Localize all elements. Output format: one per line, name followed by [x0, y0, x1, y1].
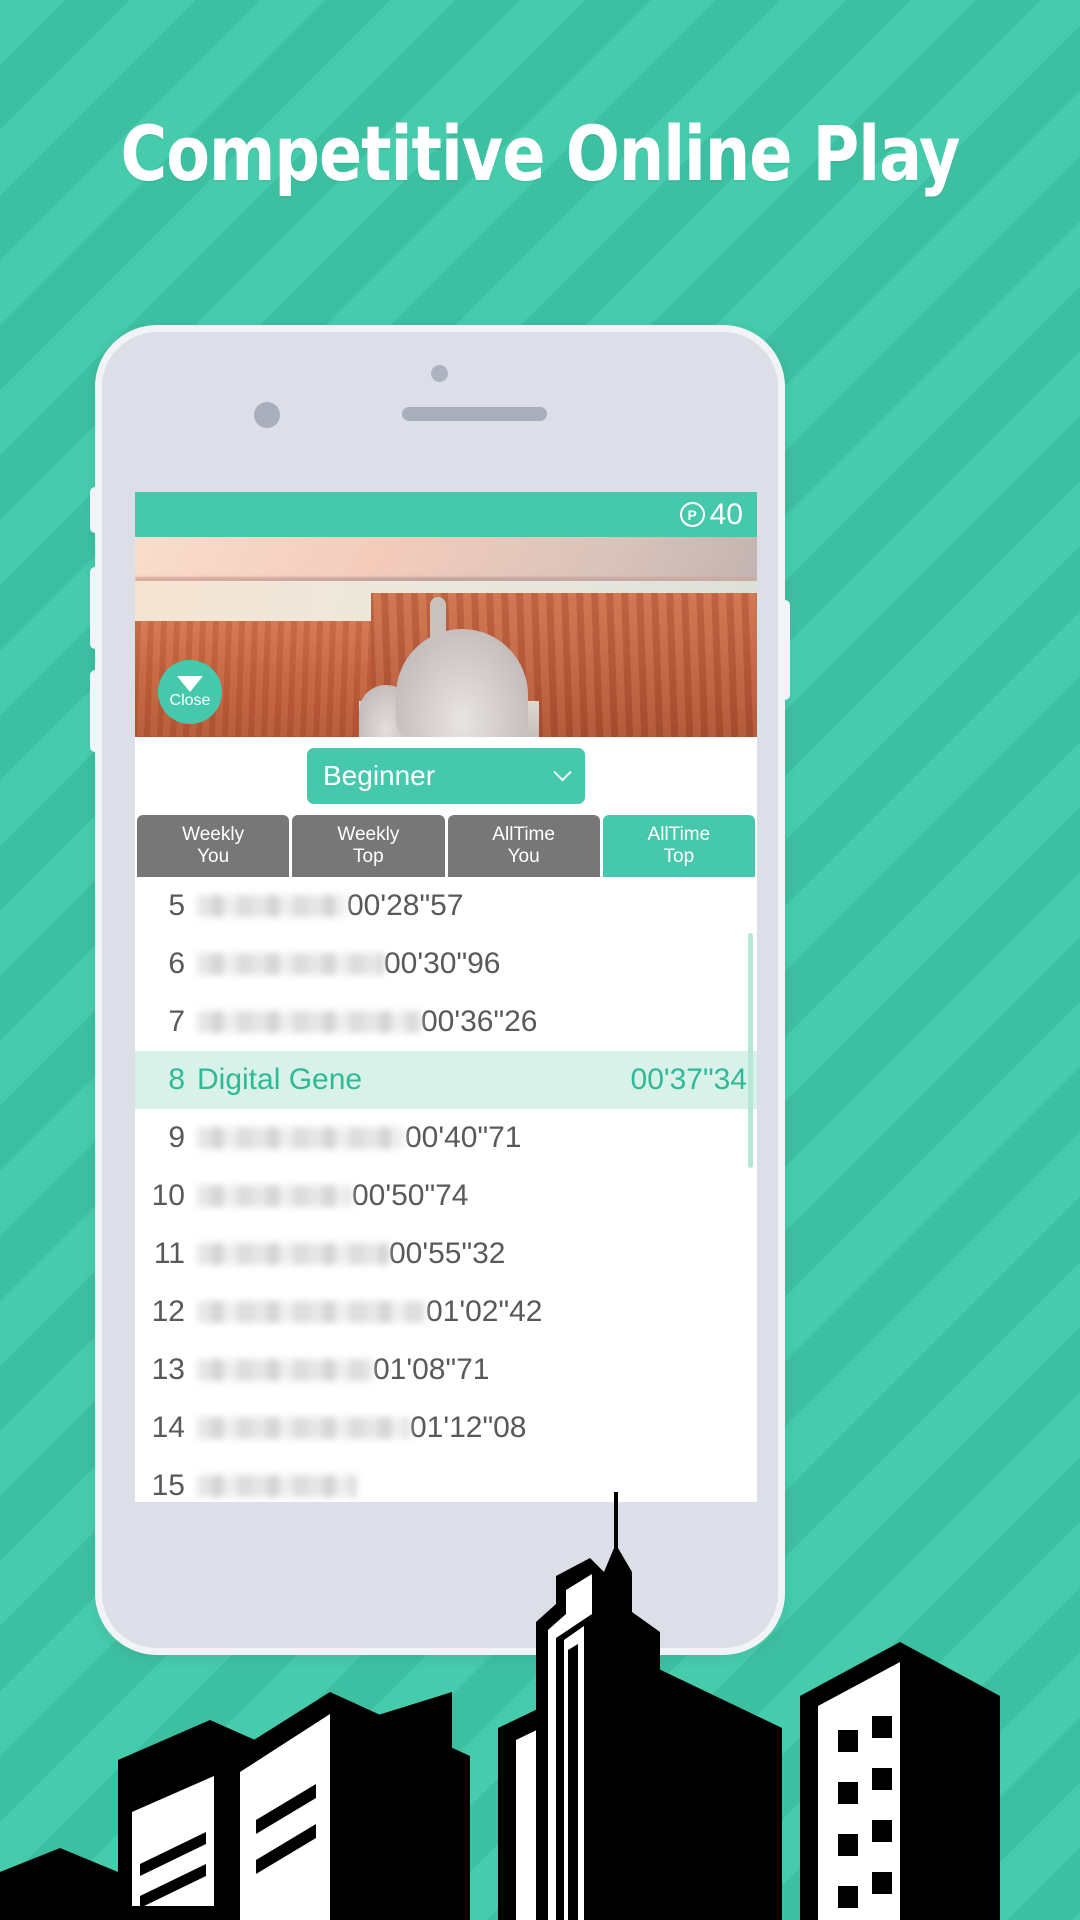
close-button-label: Close [169, 691, 211, 709]
rank-number: 7 [168, 1005, 185, 1038]
leaderboard-row[interactable]: 12 01'02"42 [135, 1283, 757, 1341]
player-name-redacted [197, 1475, 357, 1497]
leaderboard-row[interactable]: 6 00'30"96 [135, 935, 757, 993]
points-coin-icon: P [679, 502, 705, 527]
tab-label-line1: AllTime [492, 823, 555, 845]
player-name-redacted [197, 1417, 410, 1439]
rank-number: 6 [168, 947, 185, 980]
leaderboard-row[interactable]: 5 00'28"57 [135, 877, 757, 935]
triangle-down-icon [177, 675, 203, 692]
rank-number: 12 [151, 1295, 185, 1328]
course-photo [135, 537, 757, 737]
tab-alltime-top[interactable]: AllTime Top [602, 815, 755, 877]
rank-number: 15 [151, 1469, 185, 1502]
rank-number: 11 [153, 1237, 185, 1270]
player-name-redacted [197, 895, 347, 917]
leaderboard-row[interactable]: 7 00'36"26 [135, 993, 757, 1051]
player-name-redacted [197, 1301, 426, 1323]
leaderboard-row[interactable]: 10 00'50"74 [135, 1167, 757, 1225]
scrollbar-thumb[interactable] [748, 933, 753, 1168]
tab-label-line2: You [507, 846, 540, 867]
silent-switch[interactable] [90, 487, 102, 533]
tab-label-line1: Weekly [182, 823, 245, 845]
rank-number: 8 [168, 1063, 185, 1096]
chevron-down-icon [553, 762, 572, 781]
front-camera-icon [431, 365, 448, 382]
tab-label-line2: You [197, 846, 230, 867]
player-name-redacted [197, 1359, 373, 1381]
proximity-sensor-icon [254, 402, 280, 428]
finish-time: 00'36"26 [421, 1005, 538, 1038]
finish-time: 00'30"96 [384, 947, 501, 980]
leaderboard-row[interactable]: 13 01'08"71 [135, 1341, 757, 1399]
leaderboard-row[interactable]: 11 00'55"32 [135, 1225, 757, 1283]
finish-time: 00'37"34 [630, 1063, 747, 1096]
volume-down-button[interactable] [90, 670, 102, 752]
tab-label-line1: Weekly [337, 823, 400, 845]
finish-time: 00'40"71 [405, 1121, 522, 1154]
leaderboard-list: 5 00'28"57 6 00'30"96 7 00'36"26 8 Digital Gene… [135, 877, 757, 1502]
leaderboard-row[interactable]: 9 00'40"71 [135, 1109, 757, 1167]
tab-weekly-you[interactable]: Weekly You [137, 815, 290, 877]
tab-label-line1: AllTime [647, 823, 711, 845]
rank-number: 9 [168, 1121, 185, 1154]
app-top-bar: P 40 [135, 492, 757, 537]
finish-time: 01'02"42 [426, 1295, 543, 1328]
close-button[interactable]: Close [158, 660, 222, 724]
volume-up-button[interactable] [90, 567, 102, 649]
player-name: Digital Gene [197, 1063, 363, 1096]
phone-mockup: P 40 Close Beginner Weekly You Weekly To… [90, 325, 790, 1655]
power-button[interactable] [778, 600, 790, 700]
points-count: 40 [709, 497, 743, 531]
scrollbar-track[interactable] [748, 877, 755, 1502]
difficulty-value: Beginner [323, 760, 436, 791]
photo-lantern [430, 597, 447, 641]
difficulty-row: Beginner [135, 737, 757, 815]
phone-screen: P 40 Close Beginner Weekly You Weekly To… [135, 492, 757, 1502]
finish-time: 00'28"57 [347, 889, 464, 922]
leaderboard-row[interactable]: 8 Digital Gene 00'37"34 [135, 1051, 757, 1109]
leaderboard-row[interactable]: 15 [135, 1457, 757, 1502]
player-name-redacted [197, 1243, 389, 1265]
tab-label-line2: Top [663, 846, 695, 867]
leaderboard-tabs: Weekly You Weekly Top AllTime You AllTime Top [135, 815, 757, 877]
difficulty-select[interactable]: Beginner [307, 748, 585, 804]
leaderboard-row[interactable]: 14 01'12"08 [135, 1399, 757, 1457]
rank-number: 10 [151, 1179, 185, 1212]
finish-time: 01'12"08 [410, 1411, 527, 1444]
player-name-redacted [197, 953, 384, 975]
player-name-redacted [197, 1127, 405, 1149]
earpiece-speaker-icon [402, 407, 547, 421]
tab-weekly-top[interactable]: Weekly Top [292, 815, 445, 877]
page-title: Competitive Online Play [120, 109, 961, 198]
finish-time: 00'55"32 [389, 1237, 506, 1270]
rank-number: 14 [151, 1411, 185, 1444]
finish-time: 01'08"71 [373, 1353, 490, 1386]
rank-number: 13 [151, 1353, 185, 1386]
points-badge[interactable]: P 40 [679, 497, 743, 532]
finish-time: 00'50"74 [352, 1179, 469, 1212]
player-name-redacted [197, 1011, 421, 1033]
player-name-redacted [197, 1185, 352, 1207]
tab-label-line2: Top [353, 846, 384, 867]
rank-number: 5 [168, 889, 185, 922]
tab-alltime-you[interactable]: AllTime You [447, 815, 600, 877]
